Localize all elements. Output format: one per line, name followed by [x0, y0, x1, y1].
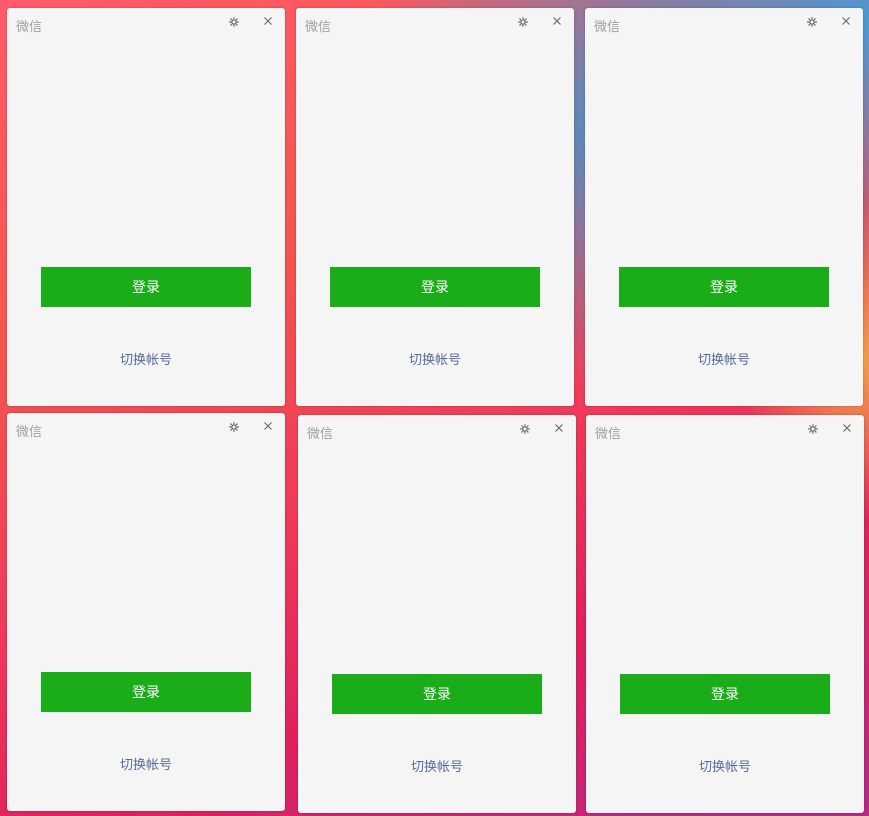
close-icon[interactable] [552, 420, 566, 434]
switch-account-link[interactable]: 切换帐号 [298, 756, 576, 775]
close-icon[interactable] [261, 13, 275, 27]
wechat-login-window-2: 微信 登录 切换帐号 [296, 8, 574, 406]
wechat-login-window-3: 微信 登录 切换帐号 [585, 8, 863, 406]
gear-icon[interactable] [227, 419, 241, 433]
gear-icon[interactable] [227, 14, 241, 28]
wechat-login-window-6: 微信 登录 切换帐号 [586, 415, 864, 813]
switch-account-link[interactable]: 切换帐号 [585, 349, 863, 368]
switch-account-link[interactable]: 切换帐号 [7, 754, 285, 773]
gear-icon[interactable] [516, 14, 530, 28]
login-button[interactable]: 登录 [41, 267, 251, 307]
close-icon[interactable] [839, 13, 853, 27]
switch-account-link[interactable]: 切换帐号 [586, 756, 864, 775]
close-icon[interactable] [550, 13, 564, 27]
window-title: 微信 [594, 20, 621, 35]
gear-icon[interactable] [805, 14, 819, 28]
switch-account-link[interactable]: 切换帐号 [7, 349, 285, 368]
window-title: 微信 [16, 20, 43, 35]
close-icon[interactable] [261, 418, 275, 432]
window-title: 微信 [16, 425, 43, 440]
gear-icon[interactable] [518, 421, 532, 435]
window-title: 微信 [307, 427, 334, 442]
close-icon[interactable] [840, 420, 854, 434]
wechat-login-window-5: 微信 登录 切换帐号 [298, 415, 576, 813]
login-button[interactable]: 登录 [41, 672, 251, 712]
wechat-login-window-1: 微信 登录 切换帐号 [7, 8, 285, 406]
window-title: 微信 [305, 20, 332, 35]
gear-icon[interactable] [806, 421, 820, 435]
window-title: 微信 [595, 427, 622, 442]
login-button[interactable]: 登录 [620, 674, 830, 714]
switch-account-link[interactable]: 切换帐号 [296, 349, 574, 368]
wechat-login-window-4: 微信 登录 切换帐号 [7, 413, 285, 811]
login-button[interactable]: 登录 [330, 267, 540, 307]
login-button[interactable]: 登录 [332, 674, 542, 714]
login-button[interactable]: 登录 [619, 267, 829, 307]
